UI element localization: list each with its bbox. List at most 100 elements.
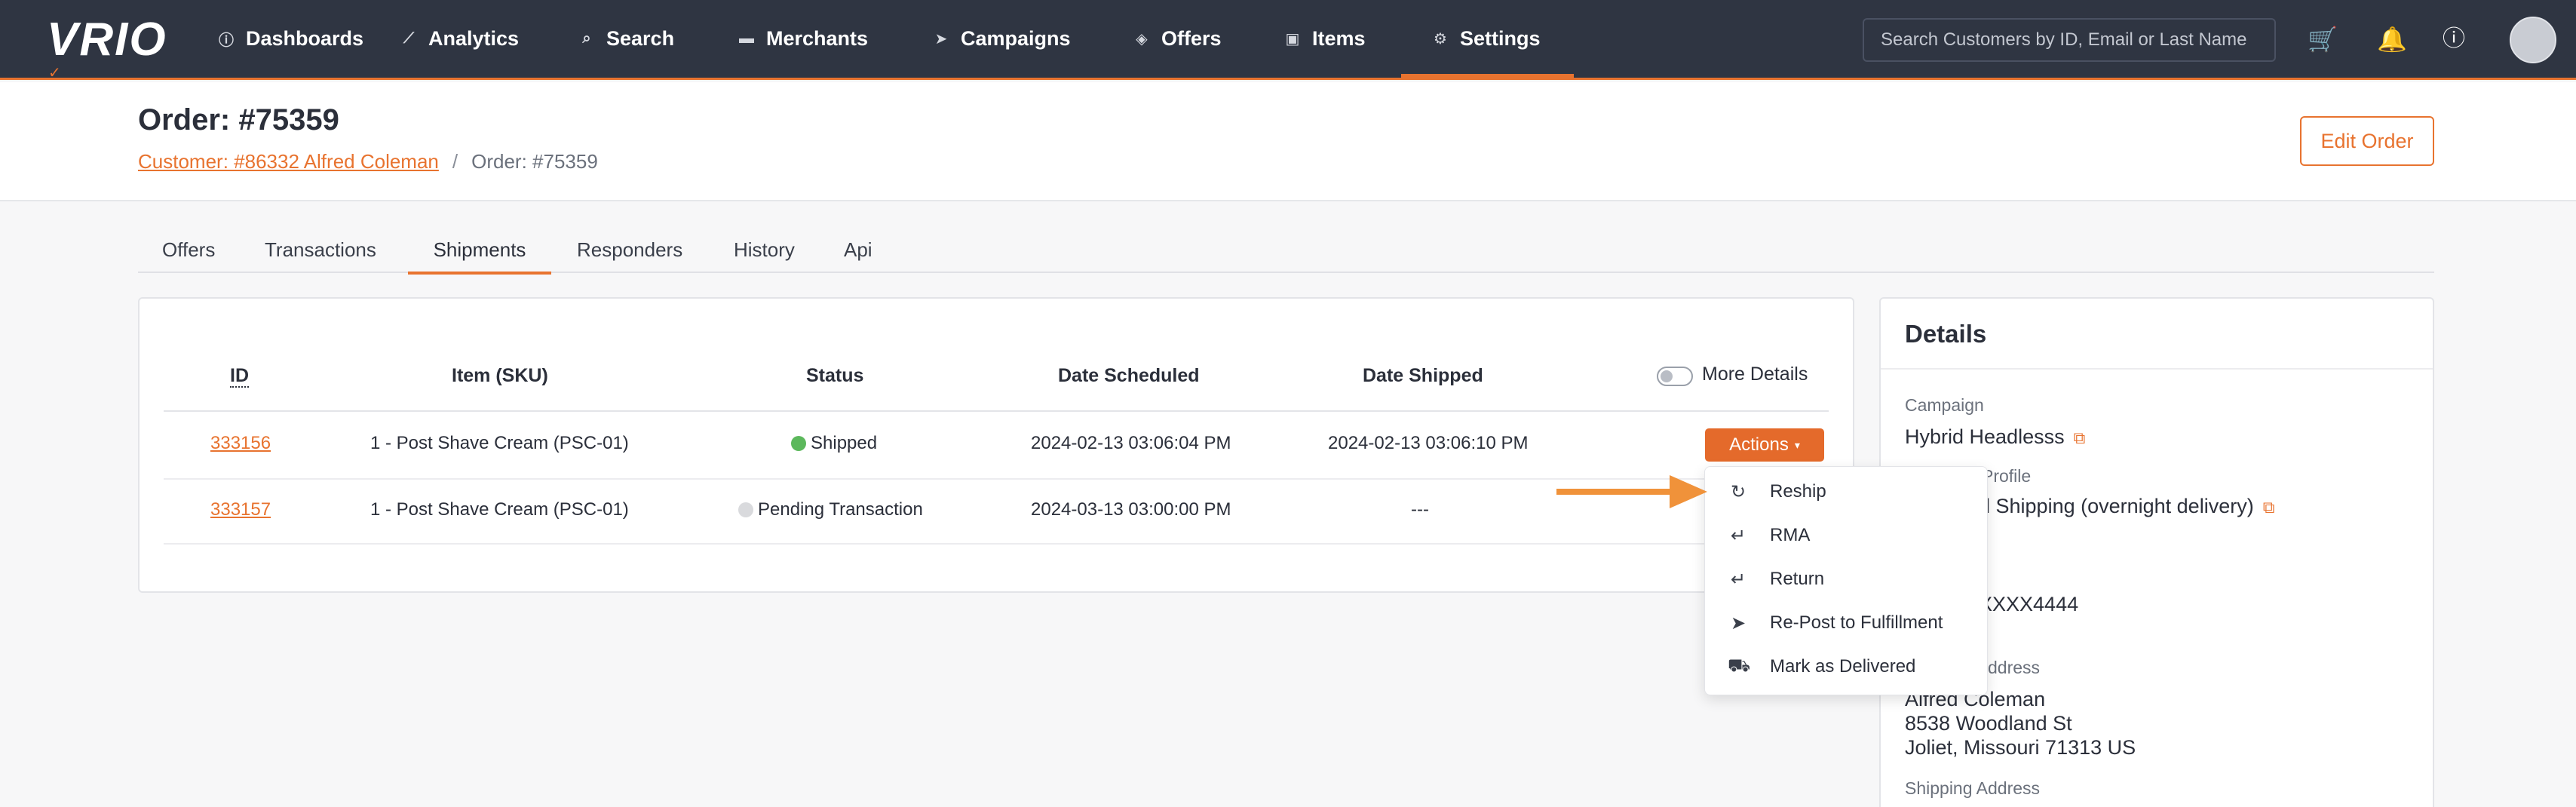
tab-offers[interactable]: Offers [162,226,215,273]
shipment-id-link[interactable]: 333156 [210,433,271,454]
nav-label: Dashboards [246,27,364,50]
order-header: Order: #75359 Customer: #86332 Alfred Co… [0,82,2576,201]
nav-analytics[interactable]: ⟋ Analytics [400,0,519,78]
status-dot [791,436,806,451]
column-header-status: Status [806,365,864,386]
profile-value: d Shipping (overnight delivery) ⧉ [1979,495,2275,517]
breadcrumb-separator: / [452,150,458,173]
search-icon: ⌕ [582,30,591,47]
nav-items[interactable]: ▣ Items [1283,0,1366,78]
return-arrow-icon: ↵ [1730,525,1746,546]
menu-item-label: Mark as Delivered [1770,656,1916,677]
nav-label: Settings [1460,27,1541,50]
tab-api[interactable]: Api [844,226,872,273]
campaign-label: Campaign [1905,395,1984,415]
box-icon: ▣ [1285,31,1300,48]
tab-history[interactable]: History [734,226,795,273]
breadcrumb: Customer: #86332 Alfred Coleman / Order:… [138,150,598,173]
tab-shipments[interactable]: Shipments [408,226,551,275]
menu-item-mark-delivered[interactable]: ⛟ Mark as Delivered [1705,645,1989,689]
info-circle-icon: ⓘ [219,32,234,49]
nav-label: Campaigns [961,27,1071,50]
details-divider [1881,368,2433,370]
row-divider [164,543,1829,545]
order-tabs: Offers Transactions Shipments Responders… [138,226,2434,275]
details-title: Details [1905,320,1987,348]
shipment-date-shipped: --- [1411,499,1429,520]
bell-icon[interactable]: 🔔 [2377,24,2407,54]
shipments-table-card: ID Item (SKU) Status Date Scheduled Date… [138,297,1854,593]
column-header-item: Item (SKU) [452,365,548,386]
nav-search[interactable]: ⌕ Search [578,0,674,78]
billing-city: Joliet, Missouri 71313 US [1905,736,2136,759]
campaign-value: Hybrid Headlesss ⧉ [1905,425,2086,448]
column-header-date-scheduled: Date Scheduled [1058,365,1200,386]
nav-campaigns[interactable]: ➤ Campaigns [932,0,1071,78]
paper-plane-icon: ➤ [934,31,948,48]
billing-address-label: ddress [1988,658,2041,677]
card-number: XXXX4444 [1979,593,2079,615]
help-icon[interactable]: ⓘ [2439,24,2469,54]
page-title: Order: #75359 [138,103,339,137]
layers-icon: ◈ [1136,31,1148,48]
nav-label: Offers [1161,27,1222,50]
paper-plane-icon: ➤ [1730,612,1746,634]
tab-responders[interactable]: Responders [577,226,682,273]
top-navigation-bar: ✓ VRIO ⓘ Dashboards ⟋ Analytics ⌕ Search ▬ Me… [0,0,2576,82]
card-icon: ▬ [739,30,754,47]
vrio-logo[interactable]: ✓ VRIO [47,14,167,82]
nav-merchants[interactable]: ▬ Merchants [738,0,868,78]
shipment-item: 1 - Post Shave Cream (PSC-01) [370,499,629,520]
actions-button[interactable]: Actions ▾ [1705,428,1824,462]
nav-label: Merchants [766,27,869,50]
pointer-arrow-icon [1556,475,1707,508]
chevron-down-icon: ▾ [1794,438,1800,451]
truck-icon: ⛟ [1728,655,1751,676]
profile-label: Profile [1982,466,2032,486]
more-details-toggle[interactable] [1657,367,1693,386]
shipment-date-shipped: 2024-02-13 03:06:10 PM [1328,433,1529,453]
menu-item-rma[interactable]: ↵ RMA [1705,514,1989,557]
menu-item-return[interactable]: ↵ Return [1705,557,1989,601]
nav-settings[interactable]: ⚙ Settings [1401,0,1573,78]
cart-icon[interactable]: 🛒 [2308,24,2338,54]
table-header-divider [164,410,1829,412]
external-link-icon[interactable]: ⧉ [2263,498,2275,517]
menu-item-label: Return [1770,569,1825,589]
shipping-address-label: Shipping Address [1905,778,2041,798]
tab-transactions[interactable]: Transactions [265,226,376,273]
return-arrow-icon: ↵ [1730,569,1746,590]
more-details-label: More Details [1702,364,1808,385]
menu-item-reship[interactable]: ↻ Reship [1705,470,1989,514]
logo-text: VRIO [47,14,167,66]
nav-offers[interactable]: ◈ Offers [1133,0,1222,78]
column-header-date-shipped: Date Shipped [1363,365,1483,386]
nav-dashboards[interactable]: ⓘ Dashboards [217,0,363,78]
gears-icon: ⚙ [1434,31,1447,48]
menu-item-repost-fulfillment[interactable]: ➤ Re-Post to Fulfillment [1705,601,1989,645]
breadcrumb-customer-link[interactable]: Customer: #86332 Alfred Coleman [138,150,439,173]
shipment-item: 1 - Post Shave Cream (PSC-01) [370,433,629,453]
edit-order-button[interactable]: Edit Order [2300,116,2434,166]
shipment-date-scheduled: 2024-03-13 03:00:00 PM [1031,499,1231,520]
shipment-status: Pending Transaction [738,499,923,520]
menu-item-label: RMA [1770,525,1811,545]
shipment-status: Shipped [791,433,877,454]
shipment-date-scheduled: 2024-02-13 03:06:04 PM [1031,433,1231,453]
refresh-icon: ↻ [1730,481,1746,502]
menu-item-label: Re-Post to Fulfillment [1770,612,1943,633]
actions-dropdown-menu: ↻ Reship ↵ RMA ↵ Return ➤ Re-Post to Ful… [1704,466,1988,695]
nav-label: Analytics [428,27,520,50]
menu-item-label: Reship [1770,481,1826,502]
line-chart-icon: ⟋ [403,30,414,47]
shipment-id-link[interactable]: 333157 [210,499,271,520]
external-link-icon[interactable]: ⧉ [2074,428,2086,447]
status-dot [738,502,753,517]
nav-label: Items [1312,27,1366,50]
nav-label: Search [606,27,675,50]
breadcrumb-current: Order: #75359 [471,150,598,173]
customer-search-input[interactable]: Search Customers by ID, Email or Last Na… [1863,18,2276,62]
billing-street: 8538 Woodland St [1905,712,2072,735]
avatar[interactable] [2510,17,2556,63]
column-header-id: ID [230,365,249,388]
